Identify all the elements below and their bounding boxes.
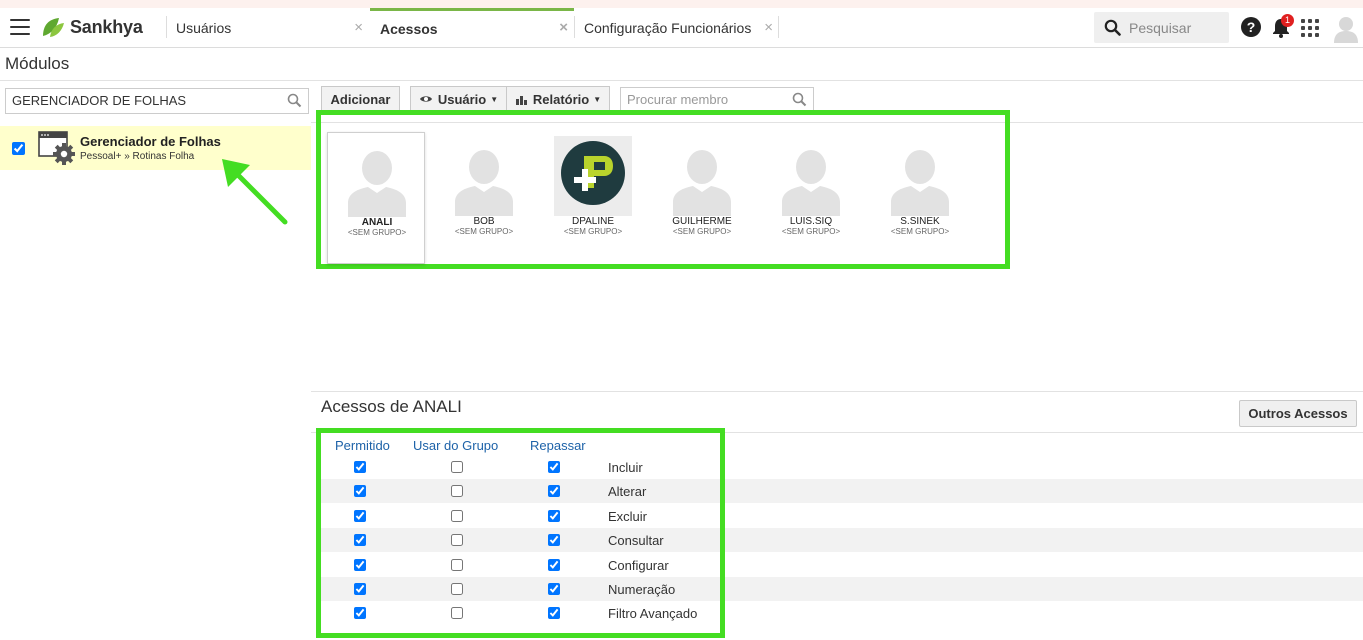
window-gear-icon xyxy=(38,131,75,165)
tab-label: Acessos xyxy=(380,21,438,37)
member-name: S.SINEK xyxy=(900,216,940,227)
top-accent-strip xyxy=(0,0,1363,8)
search-icon[interactable] xyxy=(792,92,807,107)
default-avatar-icon xyxy=(891,150,949,216)
module-path: Pessoal+ » Rotinas Folha xyxy=(80,151,195,162)
brand-logo[interactable]: Sankhya xyxy=(40,14,143,40)
search-placeholder: Pesquisar xyxy=(1129,19,1192,36)
caret-down-icon: ▼ xyxy=(593,94,602,104)
member-card-luis-siq[interactable]: LUIS.SIQ <SEM GRUPO> xyxy=(762,132,860,264)
search-icon[interactable] xyxy=(287,93,302,108)
user-avatar-icon[interactable] xyxy=(1333,15,1359,43)
report-label: Relatório xyxy=(532,91,590,107)
module-name: Gerenciador de Folhas xyxy=(80,134,221,149)
member-card-anali[interactable]: ANALI <SEM GRUPO> xyxy=(327,132,425,264)
apps-grid-icon[interactable] xyxy=(1301,19,1319,37)
sankhya-leaf-icon xyxy=(43,18,64,37)
member-group: <SEM GRUPO> xyxy=(672,227,732,236)
member-name: DPALINE xyxy=(571,216,615,227)
member-card-dpaline[interactable]: DPALINE <SEM GRUPO> xyxy=(544,132,642,264)
tab-label: Configuração Funcionários xyxy=(584,19,752,36)
brand-name: Sankhya xyxy=(70,16,143,37)
modules-title: Módulos xyxy=(5,54,70,73)
module-search-value: GERENCIADOR DE FOLHAS xyxy=(12,93,187,108)
close-icon[interactable]: × xyxy=(354,19,363,36)
member-group: <SEM GRUPO> xyxy=(890,227,950,236)
member-group: <SEM GRUPO> xyxy=(781,227,841,236)
close-icon[interactable]: × xyxy=(559,19,568,36)
caret-down-icon: ▼ xyxy=(490,94,499,104)
member-card-s-sinek[interactable]: S.SINEK <SEM GRUPO> xyxy=(871,132,969,264)
other-access-button[interactable]: Outros Acessos xyxy=(1239,400,1357,427)
member-name: ANALI xyxy=(361,217,393,228)
module-search-input[interactable]: GERENCIADOR DE FOLHAS xyxy=(5,88,309,114)
permissions-highlight-box xyxy=(316,428,725,638)
default-avatar-icon xyxy=(455,150,513,216)
default-avatar-icon xyxy=(348,151,406,217)
member-card-guilherme[interactable]: GUILHERME <SEM GRUPO> xyxy=(653,132,751,264)
module-checkbox[interactable] xyxy=(12,142,25,155)
menu-icon[interactable] xyxy=(10,19,30,35)
member-name: LUIS.SIQ xyxy=(789,216,833,227)
divider xyxy=(311,391,1363,392)
member-name: BOB xyxy=(473,216,495,227)
add-button[interactable]: Adicionar xyxy=(321,86,400,112)
member-card-bob[interactable]: BOB <SEM GRUPO> xyxy=(435,132,533,264)
bar-chart-icon xyxy=(515,95,527,105)
annotation-arrow xyxy=(222,159,288,225)
user-view-label: Usuário xyxy=(437,91,487,107)
default-avatar-icon xyxy=(782,150,840,216)
eye-icon xyxy=(419,96,432,102)
report-dropdown[interactable]: Relatório ▼ xyxy=(506,86,610,112)
top-bar: Sankhya Usuários × Acessos × Configuraçã… xyxy=(0,8,1363,48)
member-group: <SEM GRUPO> xyxy=(454,227,514,236)
tab-label: Usuários xyxy=(176,19,232,36)
member-group: <SEM GRUPO> xyxy=(563,227,623,236)
user-view-dropdown[interactable]: Usuário ▼ xyxy=(410,86,507,112)
custom-logo-avatar xyxy=(554,136,632,216)
help-icon[interactable]: ? xyxy=(1241,17,1261,37)
search-icon xyxy=(1104,19,1121,36)
divider xyxy=(778,16,779,38)
close-icon[interactable]: × xyxy=(764,19,773,36)
notification-badge: 1 xyxy=(1281,14,1294,27)
access-title: Acessos de ANALI xyxy=(321,397,462,416)
member-search-placeholder: Procurar membro xyxy=(627,92,729,107)
tab-usuarios[interactable]: Usuários × xyxy=(166,8,369,47)
member-name: GUILHERME xyxy=(672,216,732,227)
global-search[interactable]: Pesquisar xyxy=(1094,12,1229,43)
tab-acessos[interactable]: Acessos × xyxy=(370,8,574,47)
default-avatar-icon xyxy=(673,150,731,216)
member-group: <SEM GRUPO> xyxy=(347,228,407,237)
divider xyxy=(0,80,1363,81)
tab-configuracao-funcionarios[interactable]: Configuração Funcionários × xyxy=(574,8,779,47)
